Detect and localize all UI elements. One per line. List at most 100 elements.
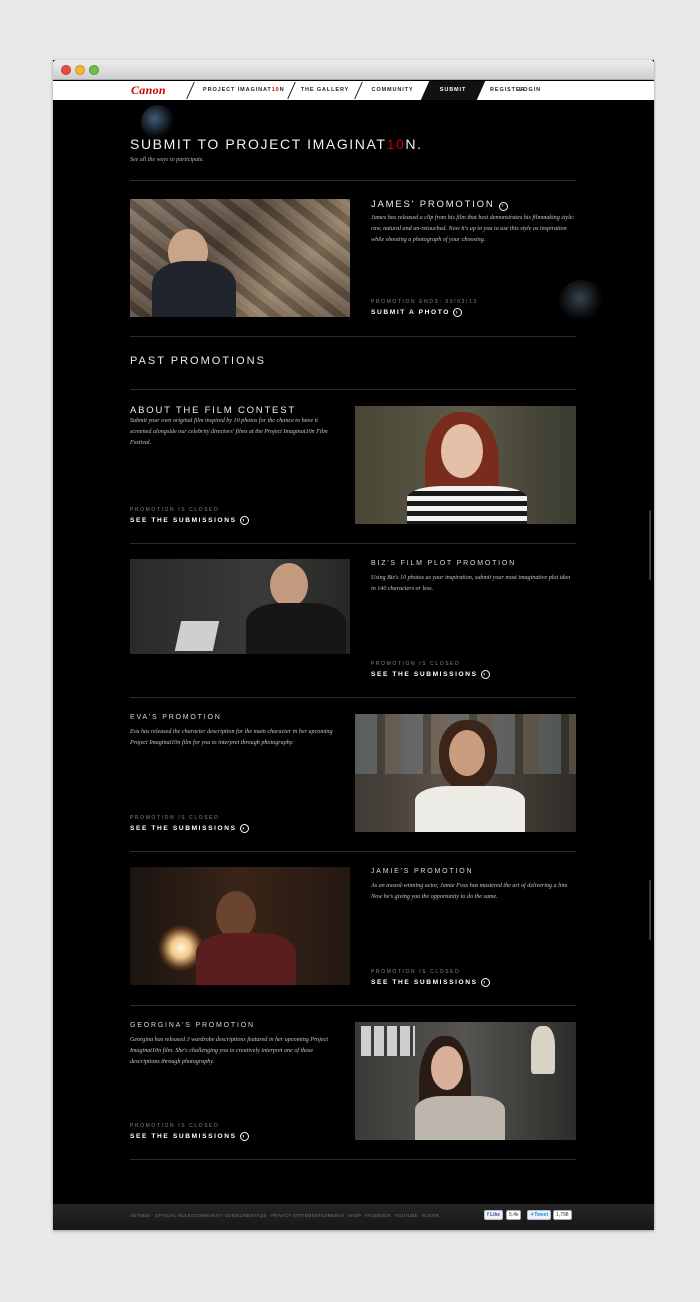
top-navigation: Canon PROJECT IMAGINAT10N THE GALLERY CO… [53, 81, 654, 100]
zoom-window-button[interactable] [89, 65, 99, 75]
browser-window: Canon PROJECT IMAGINAT10N THE GALLERY CO… [53, 60, 654, 1230]
submit-photo-label: SUBMIT A PHOTO [371, 309, 450, 316]
see-submissions-button[interactable]: SEE THE SUBMISSIONS › [130, 516, 249, 525]
section-divider [130, 1159, 576, 1160]
section-divider [130, 389, 576, 390]
footer-link-shop[interactable]: SHOP [348, 1213, 361, 1218]
page-title-accent: 10 [386, 136, 406, 152]
past-promotions-title: PAST PROMOTIONS [130, 355, 266, 367]
biz-promotion-description: Using Biz's 10 photos as your inspiratio… [371, 575, 571, 592]
footer-link-faqs[interactable]: FAQS [254, 1213, 267, 1218]
promotion-end-date: PROMOTION ENDS: 09/03/13 [371, 299, 478, 305]
section-divider [130, 336, 576, 337]
tweet-button[interactable]: ✦Tweet [527, 1210, 552, 1220]
film-contest-heading: ABOUT THE FILM CONTEST [130, 405, 296, 416]
jamie-promotion-photo[interactable] [130, 867, 350, 985]
jamie-promotion-heading: JAMIE'S PROMOTION [371, 868, 474, 875]
nav-submit[interactable]: SUBMIT [429, 81, 477, 100]
georgina-promotion-photo[interactable] [355, 1022, 576, 1140]
footer-link-official-rules[interactable]: OFFICIAL RULES [155, 1213, 194, 1218]
arrow-right-icon: › [480, 670, 490, 679]
nav-divider [287, 82, 296, 99]
photo-person-face [449, 730, 485, 776]
section-divider [130, 1005, 576, 1006]
see-submissions-button[interactable]: SEE THE SUBMISSIONS › [371, 978, 490, 987]
see-submissions-label: SEE THE SUBMISSIONS [371, 979, 478, 986]
nav-project-imagination[interactable]: PROJECT IMAGINAT10N [203, 81, 285, 100]
scroll-indicator[interactable] [649, 880, 651, 940]
promotion-status: PROMOTION IS CLOSED [371, 969, 461, 975]
page-title-text: SUBMIT TO PROJECT IMAGINAT [130, 136, 387, 152]
canon-logo[interactable]: Canon [131, 83, 166, 98]
photo-person-face [441, 424, 483, 478]
promotion-status: PROMOTION IS CLOSED [371, 661, 461, 667]
scroll-indicator[interactable] [649, 510, 651, 580]
nav-community[interactable]: COMMUNITY [365, 81, 420, 100]
nav-register[interactable]: REGISTER [490, 81, 524, 100]
facebook-like-button[interactable]: f Like [484, 1210, 504, 1220]
see-submissions-label: SEE THE SUBMISSIONS [130, 825, 237, 832]
photo-mannequin [531, 1026, 555, 1074]
james-promotion-description: James has released a clip from his film … [371, 215, 575, 243]
nav-project-accent: 10 [271, 87, 280, 93]
footer-link-anthem[interactable]: ANTHEM [130, 1213, 150, 1218]
submit-photo-button[interactable]: SUBMIT A PHOTO › [371, 308, 462, 317]
arrow-right-icon: › [239, 516, 249, 525]
georgina-promotion-description: Georgina has released 3 wardrobe descrip… [130, 1037, 329, 1065]
footer-link-flickr[interactable]: FLICKR [422, 1213, 439, 1218]
see-submissions-button[interactable]: SEE THE SUBMISSIONS › [130, 1132, 249, 1141]
photo-person-body [246, 603, 346, 654]
close-window-button[interactable] [61, 65, 71, 75]
promotion-status: PROMOTION IS CLOSED [130, 815, 220, 821]
promotion-status: PROMOTION IS CLOSED [130, 1123, 220, 1129]
bokeh-decoration [559, 280, 605, 320]
page-footer: ANTHEM OFFICIAL RULES COMMUNITY GUIDELIN… [53, 1204, 654, 1230]
photo-striped-shirt [407, 486, 527, 524]
james-promotion-heading[interactable]: JAMES' PROMOTION › [371, 199, 508, 211]
biz-promotion-heading: BIZ'S FILM PLOT PROMOTION [371, 560, 516, 567]
photo-person-face [216, 891, 256, 939]
footer-link-youtube[interactable]: YOUTUBE [395, 1213, 418, 1218]
arrow-right-icon: › [480, 978, 490, 987]
footer-link-privacy-statement[interactable]: PRIVACY STATEMENT [271, 1213, 321, 1218]
photo-window [361, 1026, 415, 1056]
footer-link-facebook[interactable]: FACEBOOK [365, 1213, 391, 1218]
section-divider [130, 851, 576, 852]
photo-person-top [415, 1096, 505, 1140]
eva-promotion-heading: EVA'S PROMOTION [130, 714, 222, 721]
arrow-right-icon: › [239, 1132, 249, 1141]
see-submissions-label: SEE THE SUBMISSIONS [371, 671, 478, 678]
nav-project-suffix: N [279, 87, 285, 93]
film-contest-description: Submit your own original film inspired b… [130, 418, 328, 446]
minimize-window-button[interactable] [75, 65, 85, 75]
james-promotion-photo[interactable] [130, 199, 350, 317]
see-submissions-button[interactable]: SEE THE SUBMISSIONS › [371, 670, 490, 679]
section-divider [130, 697, 576, 698]
nav-project-label: PROJECT IMAGINAT [203, 87, 272, 93]
see-submissions-button[interactable]: SEE THE SUBMISSIONS › [130, 824, 249, 833]
see-submissions-label: SEE THE SUBMISSIONS [130, 517, 237, 524]
nav-login[interactable]: LOGIN [519, 81, 541, 100]
footer-link-cameras[interactable]: CAMERAS [321, 1213, 344, 1218]
photo-laptop [174, 621, 220, 651]
photo-person-face [270, 563, 308, 607]
photo-person-body [196, 933, 296, 985]
eva-promotion-description: Eva has released the character descripti… [130, 729, 333, 746]
eva-promotion-photo[interactable] [355, 714, 576, 832]
window-titlebar [53, 60, 654, 80]
section-divider [130, 543, 576, 544]
jamie-promotion-description: As an award-winning actor, Jamie Foxx ha… [371, 883, 569, 900]
film-contest-photo[interactable] [355, 406, 576, 524]
biz-promotion-photo[interactable] [130, 559, 350, 654]
section-divider [130, 180, 576, 181]
promotion-status: PROMOTION IS CLOSED [130, 507, 220, 513]
facebook-icon: f [487, 1212, 489, 1218]
tweet-label: Tweet [534, 1212, 549, 1218]
footer-link-community-guidelines[interactable]: COMMUNITY GUIDELINES [194, 1213, 254, 1218]
james-promotion-title: JAMES' PROMOTION [371, 199, 495, 210]
bokeh-decoration [141, 105, 175, 139]
nav-the-gallery[interactable]: THE GALLERY [297, 81, 353, 100]
page-title-suffix: N. [405, 136, 423, 152]
arrow-right-icon: › [452, 308, 462, 317]
page-subtitle: See all the ways to participate. [130, 157, 204, 163]
